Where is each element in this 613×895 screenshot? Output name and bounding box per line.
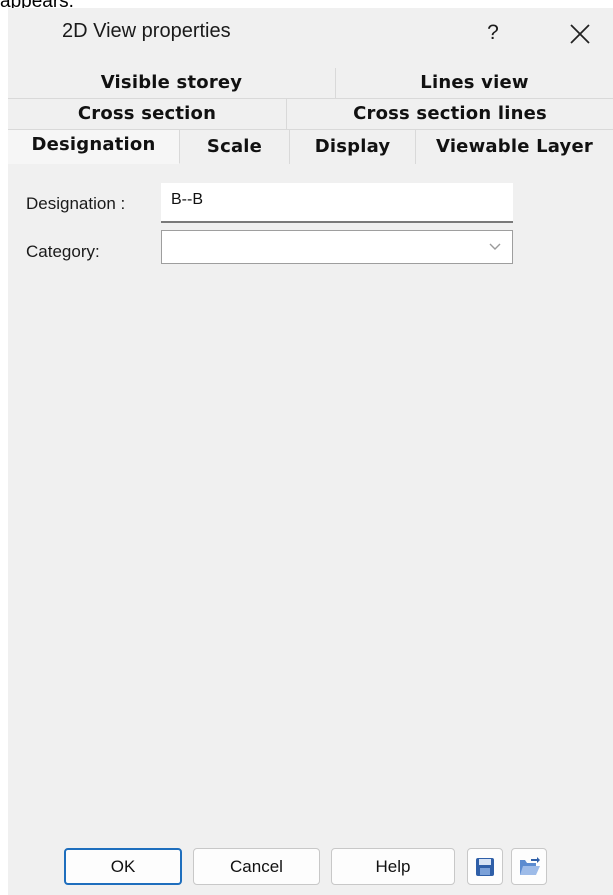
dialog-2d-view-properties: 2D View properties ? Visible storey Line… bbox=[8, 8, 613, 895]
close-icon[interactable] bbox=[564, 18, 596, 50]
help-icon-button[interactable]: ? bbox=[478, 17, 508, 49]
tab-row-2: Cross section Cross section lines bbox=[8, 99, 613, 130]
open-folder-icon bbox=[520, 857, 540, 875]
tab-scale[interactable]: Scale bbox=[180, 130, 290, 164]
ok-button[interactable]: OK bbox=[64, 848, 182, 885]
tab-lines-view[interactable]: Lines view bbox=[336, 68, 613, 98]
title-bar: 2D View properties ? bbox=[8, 8, 613, 62]
tab-display[interactable]: Display bbox=[290, 130, 416, 164]
tab-designation[interactable]: Designation bbox=[8, 130, 180, 164]
designation-field[interactable]: B--B bbox=[161, 183, 513, 223]
tab-row-1: Visible storey Lines view bbox=[8, 68, 613, 99]
tab-viewable-layer[interactable]: Viewable Layer bbox=[416, 130, 613, 164]
tab-row-3: Designation Scale Display Viewable Layer bbox=[8, 130, 613, 164]
tab-cross-section[interactable]: Cross section bbox=[8, 99, 287, 129]
category-select[interactable] bbox=[161, 230, 513, 264]
cancel-button[interactable]: Cancel bbox=[193, 848, 320, 885]
dialog-title: 2D View properties bbox=[62, 20, 231, 42]
tab-cross-section-lines[interactable]: Cross section lines bbox=[287, 99, 613, 129]
category-label: Category: bbox=[26, 242, 100, 261]
help-button[interactable]: Help bbox=[331, 848, 455, 885]
chevron-down-icon bbox=[489, 243, 501, 250]
tab-visible-storey[interactable]: Visible storey bbox=[8, 68, 336, 98]
save-floppy-icon bbox=[476, 858, 494, 876]
open-button[interactable] bbox=[511, 848, 547, 885]
designation-label: Designation : bbox=[26, 194, 126, 213]
save-button[interactable] bbox=[467, 848, 503, 885]
